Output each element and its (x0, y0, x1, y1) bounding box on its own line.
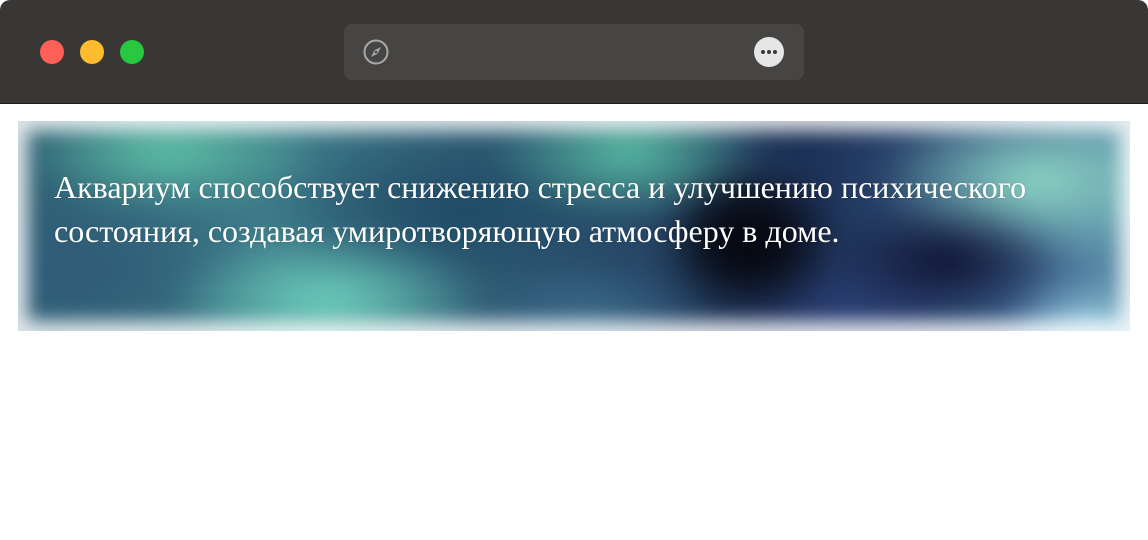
banner-text: Аквариум способствует снижению стресса и… (54, 169, 1027, 249)
minimize-window-button[interactable] (80, 40, 104, 64)
compass-icon (363, 39, 389, 65)
page-content: Аквариум способствует снижению стресса и… (0, 105, 1148, 540)
ellipsis-icon[interactable] (754, 37, 784, 67)
maximize-window-button[interactable] (120, 40, 144, 64)
browser-window: Аквариум способствует снижению стресса и… (0, 0, 1148, 540)
close-window-button[interactable] (40, 40, 64, 64)
address-bar[interactable] (344, 24, 804, 80)
title-bar (0, 0, 1148, 104)
hero-banner: Аквариум способствует снижению стресса и… (18, 121, 1130, 331)
